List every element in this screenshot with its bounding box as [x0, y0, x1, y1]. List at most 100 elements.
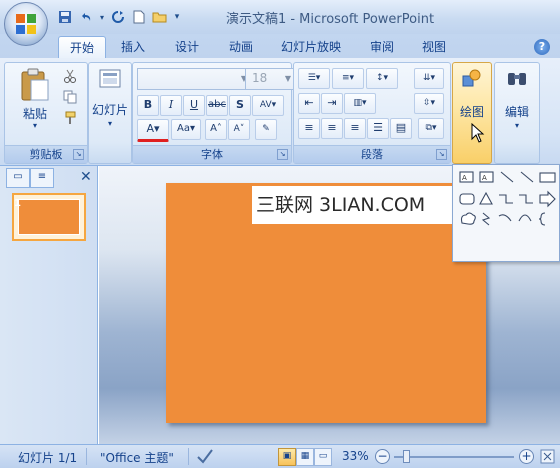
- paragraph-group-label: 段落: [294, 145, 450, 163]
- redo-icon[interactable]: [109, 8, 127, 26]
- triangle-icon[interactable]: [479, 191, 493, 205]
- bullets-icon[interactable]: ☰▾: [298, 68, 330, 89]
- svg-text:A: A: [482, 174, 487, 182]
- new-document-icon[interactable]: [130, 8, 148, 26]
- elbow-arrow-connector-icon[interactable]: [519, 194, 533, 204]
- columns-icon[interactable]: ▥▾: [344, 93, 376, 114]
- underline-icon[interactable]: U: [183, 95, 205, 116]
- slides-tab-icon[interactable]: ▭: [6, 168, 30, 188]
- align-right-icon[interactable]: ≡: [344, 118, 366, 139]
- new-slide-label[interactable]: 幻灯片: [89, 101, 131, 118]
- zoom-slider-thumb[interactable]: [403, 450, 410, 463]
- font-name-combo[interactable]: ▼: [137, 68, 251, 90]
- line-icon[interactable]: [500, 171, 514, 183]
- tab-view[interactable]: 视图: [414, 36, 454, 58]
- zoom-out-icon[interactable]: −: [375, 449, 390, 464]
- drawing-shapes-icon: [462, 69, 481, 87]
- shrink-font-icon[interactable]: A˅: [228, 119, 250, 140]
- clear-formatting-icon[interactable]: ✎: [255, 119, 277, 140]
- grow-font-icon[interactable]: A˄: [205, 119, 227, 140]
- tab-home[interactable]: 开始: [58, 36, 106, 59]
- undo-dropdown-icon[interactable]: ▾: [98, 8, 106, 26]
- arrow-line-icon[interactable]: [520, 171, 534, 183]
- new-slide-icon[interactable]: [99, 69, 121, 89]
- paste-dropdown-icon[interactable]: ▾: [29, 121, 41, 130]
- normal-view-icon[interactable]: ▣: [278, 448, 296, 466]
- new-slide-dropdown-icon[interactable]: ▾: [104, 119, 116, 128]
- vertical-text-box-icon[interactable]: A: [479, 171, 494, 183]
- tab-slideshow[interactable]: 幻灯片放映: [272, 36, 350, 58]
- quick-access-toolbar: ▾ ▾: [56, 6, 182, 28]
- clipboard-launcher-icon[interactable]: ↘: [73, 149, 84, 160]
- office-button[interactable]: [4, 2, 48, 46]
- left-brace-icon[interactable]: [538, 212, 546, 226]
- right-arrow-icon[interactable]: [539, 190, 556, 208]
- undo-icon[interactable]: [77, 8, 95, 26]
- align-center-icon[interactable]: ≡: [321, 118, 343, 139]
- bold-icon[interactable]: B: [137, 95, 159, 116]
- rounded-rectangle-icon[interactable]: [459, 193, 475, 205]
- slideshow-view-icon[interactable]: ▭: [314, 448, 332, 466]
- ribbon-tab-bar: 开始 插入 设计 动画 幻灯片放映 审阅 视图 ?: [0, 34, 560, 59]
- decrease-indent-icon[interactable]: ⇤: [298, 93, 320, 114]
- justify-icon[interactable]: ☰: [367, 118, 389, 139]
- align-left-icon[interactable]: ≡: [298, 118, 320, 139]
- character-spacing-icon[interactable]: AV▾: [252, 95, 284, 116]
- text-direction-icon[interactable]: ⇊▾: [414, 68, 444, 89]
- editing-button[interactable]: 编辑 ▾: [494, 62, 540, 164]
- text-box-icon[interactable]: A: [459, 171, 474, 183]
- office-logo-icon: [16, 14, 36, 34]
- close-pane-icon[interactable]: ✕: [80, 169, 92, 185]
- cut-icon[interactable]: [63, 69, 77, 83]
- elbow-connector-icon[interactable]: [499, 194, 513, 204]
- status-bar: 幻灯片 1/1 "Office 主题" ▣ ▦ ▭ 33% − +: [0, 444, 560, 468]
- numbering-icon[interactable]: ≡▾: [332, 68, 364, 89]
- save-icon[interactable]: [56, 8, 74, 26]
- slide-thumbnail-number: 1: [14, 198, 21, 209]
- window-title: 演示文稿1 - Microsoft PowerPoint: [225, 12, 435, 27]
- font-size-combo[interactable]: 18 ▼: [245, 68, 295, 90]
- theme-name: "Office 主题": [100, 451, 174, 465]
- zoom-slider-track[interactable]: [394, 456, 514, 458]
- zoom-level[interactable]: 33%: [342, 449, 369, 463]
- smartart-icon[interactable]: ⧉▾: [418, 118, 444, 139]
- mouse-cursor-icon: [471, 123, 485, 143]
- help-icon[interactable]: ?: [534, 39, 550, 55]
- drawing-button[interactable]: 绘图: [452, 62, 492, 164]
- slide-sorter-icon[interactable]: ▦: [296, 448, 314, 466]
- open-folder-icon[interactable]: [151, 8, 169, 26]
- format-painter-icon[interactable]: [63, 111, 77, 125]
- distributed-icon[interactable]: ▤: [390, 118, 412, 139]
- curve-icon[interactable]: [518, 214, 532, 222]
- spell-check-icon[interactable]: [196, 448, 214, 465]
- tab-design[interactable]: 设计: [166, 36, 208, 58]
- tab-animations[interactable]: 动画: [220, 36, 262, 58]
- increase-indent-icon[interactable]: ⇥: [321, 93, 343, 114]
- paste-icon[interactable]: [19, 67, 51, 103]
- font-color-icon[interactable]: A▾: [137, 119, 169, 142]
- paste-label[interactable]: 粘贴: [19, 105, 51, 122]
- cloud-icon[interactable]: [460, 212, 476, 225]
- paragraph-launcher-icon[interactable]: ↘: [436, 149, 447, 160]
- rectangle-icon[interactable]: [539, 172, 556, 183]
- lightning-icon[interactable]: [481, 212, 491, 226]
- arc-icon[interactable]: [498, 214, 512, 222]
- shadow-icon[interactable]: S: [229, 95, 251, 116]
- font-launcher-icon[interactable]: ↘: [277, 149, 288, 160]
- strikethrough-icon[interactable]: abc: [206, 95, 228, 116]
- fit-to-window-icon[interactable]: [540, 449, 555, 464]
- line-spacing-icon[interactable]: ↕▾: [366, 68, 398, 89]
- align-text-icon[interactable]: ⇳▾: [414, 93, 444, 114]
- clipboard-group: 粘贴 ▾ 剪贴板 ↘: [4, 62, 88, 164]
- slide-thumbnail[interactable]: [12, 193, 86, 241]
- zoom-in-icon[interactable]: +: [519, 449, 534, 464]
- paragraph-group: ☰▾ ≡▾ ↕▾ ⇊▾ ⇤ ⇥ ▥▾ ⇳▾ ≡ ≡ ≡ ☰ ▤ ⧉▾ 段落 ↘: [293, 62, 451, 164]
- tab-review[interactable]: 审阅: [362, 36, 402, 58]
- outline-tab-icon[interactable]: ≡: [30, 168, 54, 188]
- italic-icon[interactable]: I: [160, 95, 182, 116]
- drawing-label: 绘图: [459, 105, 484, 119]
- customize-qat-icon[interactable]: ▾: [172, 8, 182, 26]
- change-case-icon[interactable]: Aa▾: [171, 119, 201, 140]
- tab-insert[interactable]: 插入: [112, 36, 154, 58]
- copy-icon[interactable]: [63, 90, 77, 104]
